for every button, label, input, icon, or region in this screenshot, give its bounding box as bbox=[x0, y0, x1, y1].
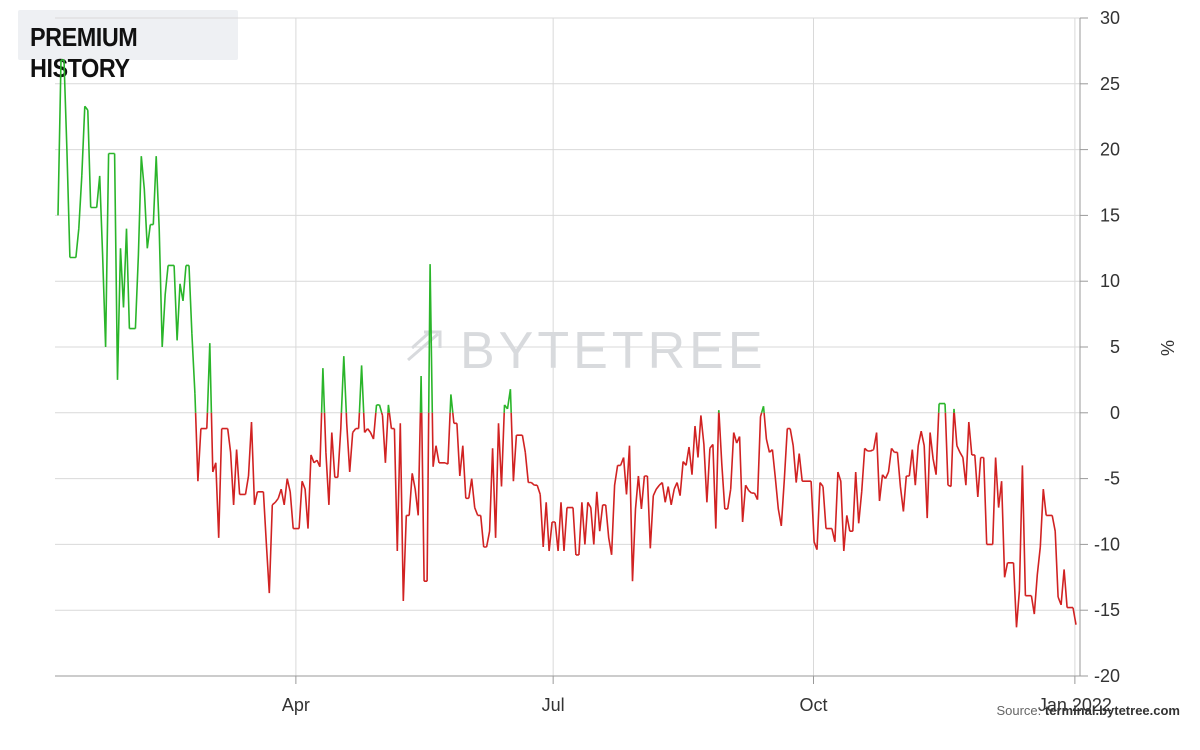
watermark: BYTETREE bbox=[460, 322, 767, 380]
x-tick-label: Oct bbox=[799, 695, 827, 715]
y-tick-label: -15 bbox=[1094, 600, 1120, 620]
x-tick-label: Apr bbox=[282, 695, 310, 715]
y-tick-label: -5 bbox=[1104, 469, 1120, 489]
y-tick-label: 15 bbox=[1100, 205, 1120, 225]
y-axis-label: % bbox=[1158, 340, 1178, 356]
source-site: terminal.bytetree.com bbox=[1044, 703, 1180, 718]
y-tick-labels: 30 25 20 15 10 5 0 -5 -10 -15 -20 bbox=[1094, 8, 1120, 686]
premium-history-chart: BYTETREE 30 25 20 15 10 5 0 -5 -10 -15 -20 Apr Jul O… bbox=[55, 8, 1178, 715]
y-tick-label: 5 bbox=[1110, 337, 1120, 357]
series-line-negative bbox=[194, 412, 1077, 628]
y-tick-label: 20 bbox=[1100, 140, 1120, 160]
y-tick-label: 25 bbox=[1100, 74, 1120, 94]
y-tick-label: 0 bbox=[1110, 403, 1120, 423]
source-label: Source: bbox=[996, 703, 1042, 718]
source-credit: Source: terminal.bytetree.com bbox=[996, 703, 1180, 718]
y-tick-label: 30 bbox=[1100, 8, 1120, 28]
y-tick-label: 10 bbox=[1100, 271, 1120, 291]
y-tick-label: -10 bbox=[1094, 534, 1120, 554]
y-tick-label: -20 bbox=[1094, 666, 1120, 686]
x-tick-label: Jul bbox=[542, 695, 565, 715]
bytetree-logo-icon bbox=[407, 328, 442, 362]
x-tick-labels: Apr Jul Oct Jan 2022 bbox=[282, 695, 1112, 715]
